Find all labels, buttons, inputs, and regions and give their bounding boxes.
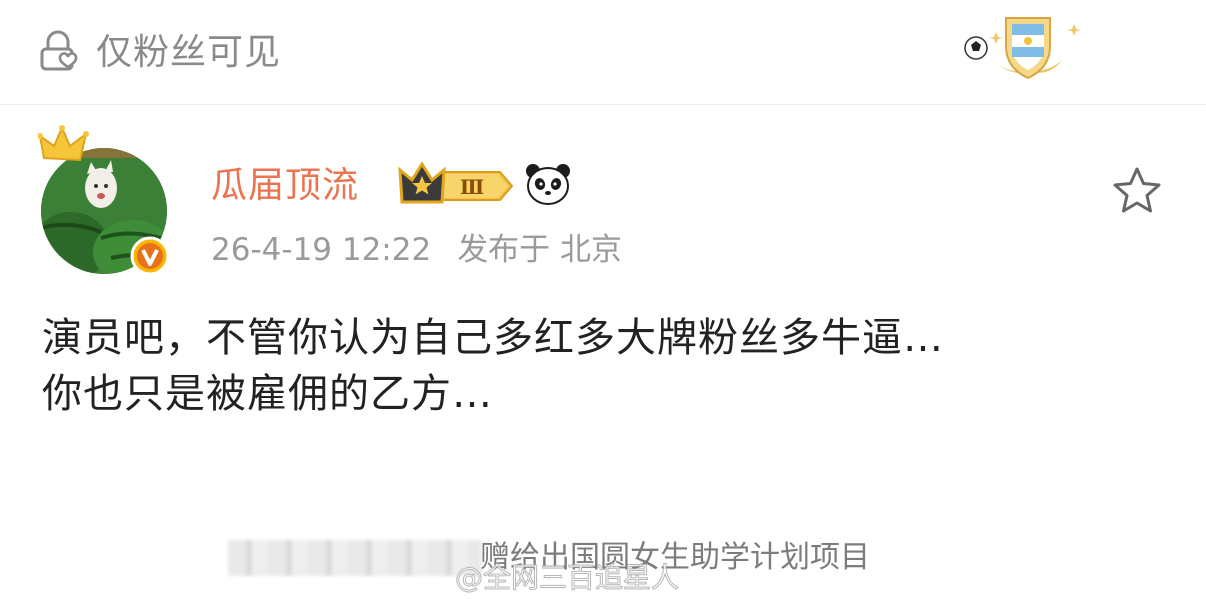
post-text-line: 你也只是被雇佣的乙方… [42, 371, 493, 417]
visibility-label: 仅粉丝可见 [96, 32, 282, 73]
favorite-star-icon[interactable] [1110, 164, 1164, 218]
author-name[interactable]: 瓜届顶流 [211, 164, 359, 208]
post-timestamp: 26-4-19 12:22 [211, 232, 432, 268]
panda-icon [526, 164, 570, 205]
post-meta: 26-4-19 12:22 发布于 北京 [211, 229, 622, 271]
post-text: 演员吧，不管你认为自己多红多大牌粉丝多牛逼… 你也只是被雇佣的乙方… [42, 310, 1172, 422]
weibo-post-card: 仅粉丝可见 瓜届顶流 Ⅲ 26-4-19 12:22 发布于 北京 演员吧，不管… [0, 0, 1206, 599]
argentina-football-shield-icon [964, 17, 1081, 80]
level-badge-text: Ⅲ [460, 175, 484, 199]
watermark-handle: @全网三百追星人 [454, 561, 680, 595]
crown-icon [38, 125, 89, 162]
watermark-redacted-area [228, 540, 482, 576]
lock-heart-icon [40, 30, 78, 71]
svip-level-badge[interactable]: Ⅲ [398, 162, 516, 210]
visibility-bar: 仅粉丝可见 [0, 0, 1206, 105]
post-text-line: 演员吧，不管你认为自己多红多大牌粉丝多牛逼… [42, 315, 944, 361]
post-location: 发布于 北京 [457, 232, 623, 268]
verified-badge-icon [130, 236, 170, 276]
avatar[interactable] [38, 124, 178, 276]
